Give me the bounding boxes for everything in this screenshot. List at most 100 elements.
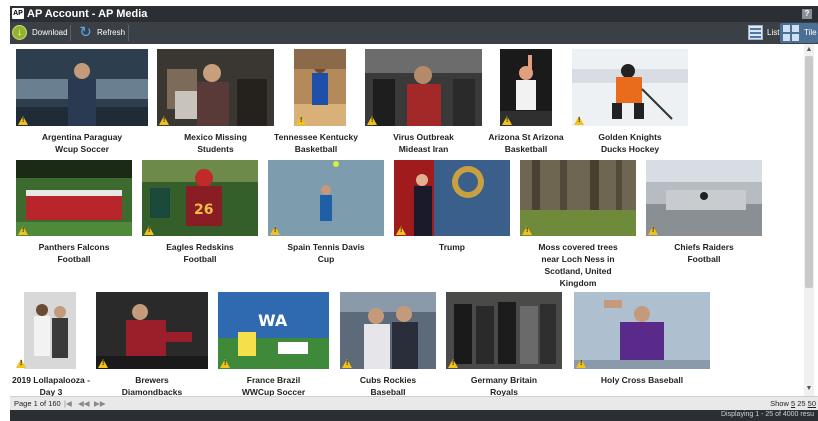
thumbnail[interactable] [340, 292, 436, 369]
tile-caption: Brewers Diamondbacks [121, 375, 183, 397]
window-titlebar: AP AP Account - AP Media ? [10, 6, 818, 22]
scrollbar-thumb[interactable] [805, 56, 813, 288]
media-tile[interactable]: Germany BritainRoyals [446, 292, 562, 397]
media-tile[interactable]: Arizona St ArizonaBasketball [488, 49, 564, 154]
thumbnail[interactable] [572, 49, 688, 126]
tile-caption: Mexico Missing Students [184, 132, 247, 154]
refresh-icon[interactable]: ↻ [77, 25, 94, 41]
first-page-icon[interactable]: |◀ [64, 399, 72, 408]
warning-icon [574, 116, 584, 125]
tile-caption: Tennessee Kentucky Basketball [274, 132, 358, 154]
tile-view-button[interactable]: Tile [780, 23, 818, 43]
tile-caption: Cubs Rockies Baseball [359, 375, 417, 397]
window-title: AP Account - AP Media [27, 8, 148, 20]
vertical-scrollbar[interactable]: ▲ ▼ [804, 44, 814, 396]
media-tile[interactable]: Trump [394, 160, 510, 290]
page-size-option-5[interactable]: 5 [791, 399, 795, 408]
warning-icon [342, 359, 352, 368]
tile-caption: 2019 Lollapalooza - Day 3 [12, 375, 90, 397]
media-tile[interactable]: Spain Tennis DavisCup [268, 160, 384, 290]
media-tile[interactable]: Holy Cross Baseball [574, 292, 710, 396]
ap-logo: AP [12, 8, 24, 19]
thumbnail[interactable]: WA [218, 292, 329, 369]
pagination-bar: Page 1 of 160 |◀ ◀◀ ▶▶ Show 5 25 50 [10, 396, 818, 411]
scroll-down-icon[interactable]: ▼ [805, 384, 813, 394]
media-tile[interactable]: WA France BrazilWWCup Soccer [218, 292, 329, 397]
tile-caption: Moss covered trees near Loch Ness in Scotl… [538, 242, 618, 288]
media-tile[interactable]: BrewersDiamondbacks [96, 292, 208, 397]
warning-icon [18, 226, 28, 235]
warning-icon [98, 359, 108, 368]
media-tile[interactable]: Argentina ParaguayWcup Soccer [16, 49, 148, 154]
warning-icon [367, 116, 377, 125]
media-tile[interactable]: Panthers FalconsFootball [16, 160, 132, 290]
warning-icon [648, 226, 658, 235]
status-bar: Displaying 1 - 25 of 4000 resu [10, 410, 818, 421]
warning-icon [270, 226, 280, 235]
media-grid: Argentina ParaguayWcup Soccer Mexico Mis… [10, 44, 804, 397]
thumbnail[interactable] [520, 160, 636, 236]
thumbnail[interactable] [365, 49, 482, 126]
thumbnail[interactable] [96, 292, 208, 369]
warning-icon [159, 116, 169, 125]
tile-caption: Panthers Falcons Football [38, 242, 110, 264]
thumbnail[interactable] [24, 292, 76, 369]
media-tile[interactable]: 2019 Lollapalooza -Day 3 [12, 292, 90, 397]
tile-caption: Golden Knights Ducks Hockey [598, 132, 662, 154]
media-tile[interactable]: Tennessee KentuckyBasketball [274, 49, 358, 154]
tile-caption: Spain Tennis Davis Cup [287, 242, 365, 264]
tile-caption: Eagles Redskins Football [166, 242, 234, 264]
results-count: Displaying 1 - 25 of 4000 resu [721, 411, 814, 418]
page-size-option-25[interactable]: 25 [797, 399, 805, 408]
warning-icon [502, 116, 512, 125]
thumbnail[interactable] [16, 160, 132, 236]
thumbnail[interactable] [157, 49, 274, 126]
download-icon[interactable]: ↓ [12, 25, 27, 40]
media-tile[interactable]: 26 Eagles RedskinsFootball [142, 160, 258, 290]
tile-caption: Holy Cross Baseball [600, 375, 684, 385]
refresh-button[interactable]: Refresh [97, 22, 125, 44]
tile-caption: Chiefs Raiders Football [674, 242, 734, 264]
media-tile[interactable]: Virus OutbreakMideast Iran [365, 49, 482, 154]
thumbnail[interactable] [500, 49, 552, 126]
toolbar-divider [70, 25, 71, 41]
toolbar: ↓ Download ↻ Refresh List Tile [10, 22, 818, 44]
list-view-button[interactable]: List [767, 22, 779, 44]
media-tile[interactable]: Cubs RockiesBaseball [340, 292, 436, 397]
thumbnail[interactable] [646, 160, 762, 236]
prev-page-icon[interactable]: ◀◀ [78, 399, 90, 408]
media-tile[interactable]: Moss covered treesnear Loch Ness inScotl… [520, 160, 636, 290]
tile-caption: Germany Britain Royals [470, 375, 538, 397]
tile-caption: Argentina Paraguay Wcup Soccer [41, 132, 123, 154]
media-tile[interactable]: Chiefs RaidersFootball [646, 160, 762, 290]
tile-caption: France Brazil WWCup Soccer [241, 375, 306, 397]
media-tile[interactable]: Mexico MissingStudents [157, 49, 274, 154]
warning-icon [16, 359, 26, 368]
thumbnail[interactable] [446, 292, 562, 369]
next-page-icon[interactable]: ▶▶ [94, 399, 106, 408]
tile-caption: Arizona St Arizona Basketball [488, 132, 564, 154]
thumbnail[interactable] [16, 49, 148, 126]
tile-view-icon [783, 25, 799, 41]
download-button[interactable]: Download [32, 22, 68, 44]
thumbnail[interactable] [574, 292, 710, 369]
media-tile[interactable]: Golden KnightsDucks Hockey [572, 49, 688, 154]
warning-icon [144, 226, 154, 235]
page-size-label: Show [770, 399, 789, 408]
thumbnail[interactable] [268, 160, 384, 236]
svg-text:WA: WA [258, 311, 288, 330]
toolbar-divider [128, 25, 129, 41]
tile-view-label: Tile [804, 28, 817, 37]
thumbnail[interactable] [394, 160, 510, 236]
scroll-up-icon[interactable]: ▲ [805, 45, 813, 55]
page-size-option-50[interactable]: 50 [808, 399, 816, 408]
thumbnail[interactable] [294, 49, 346, 126]
warning-icon [522, 226, 532, 235]
thumbnail[interactable]: 26 [142, 160, 258, 236]
list-view-icon[interactable] [748, 25, 763, 40]
tile-caption: Virus Outbreak Mideast Iran [393, 132, 454, 154]
help-button[interactable]: ? [802, 9, 812, 19]
page-size-selector: Show 5 25 50 [770, 399, 816, 408]
svg-text:26: 26 [194, 202, 213, 218]
warning-icon [18, 116, 28, 125]
